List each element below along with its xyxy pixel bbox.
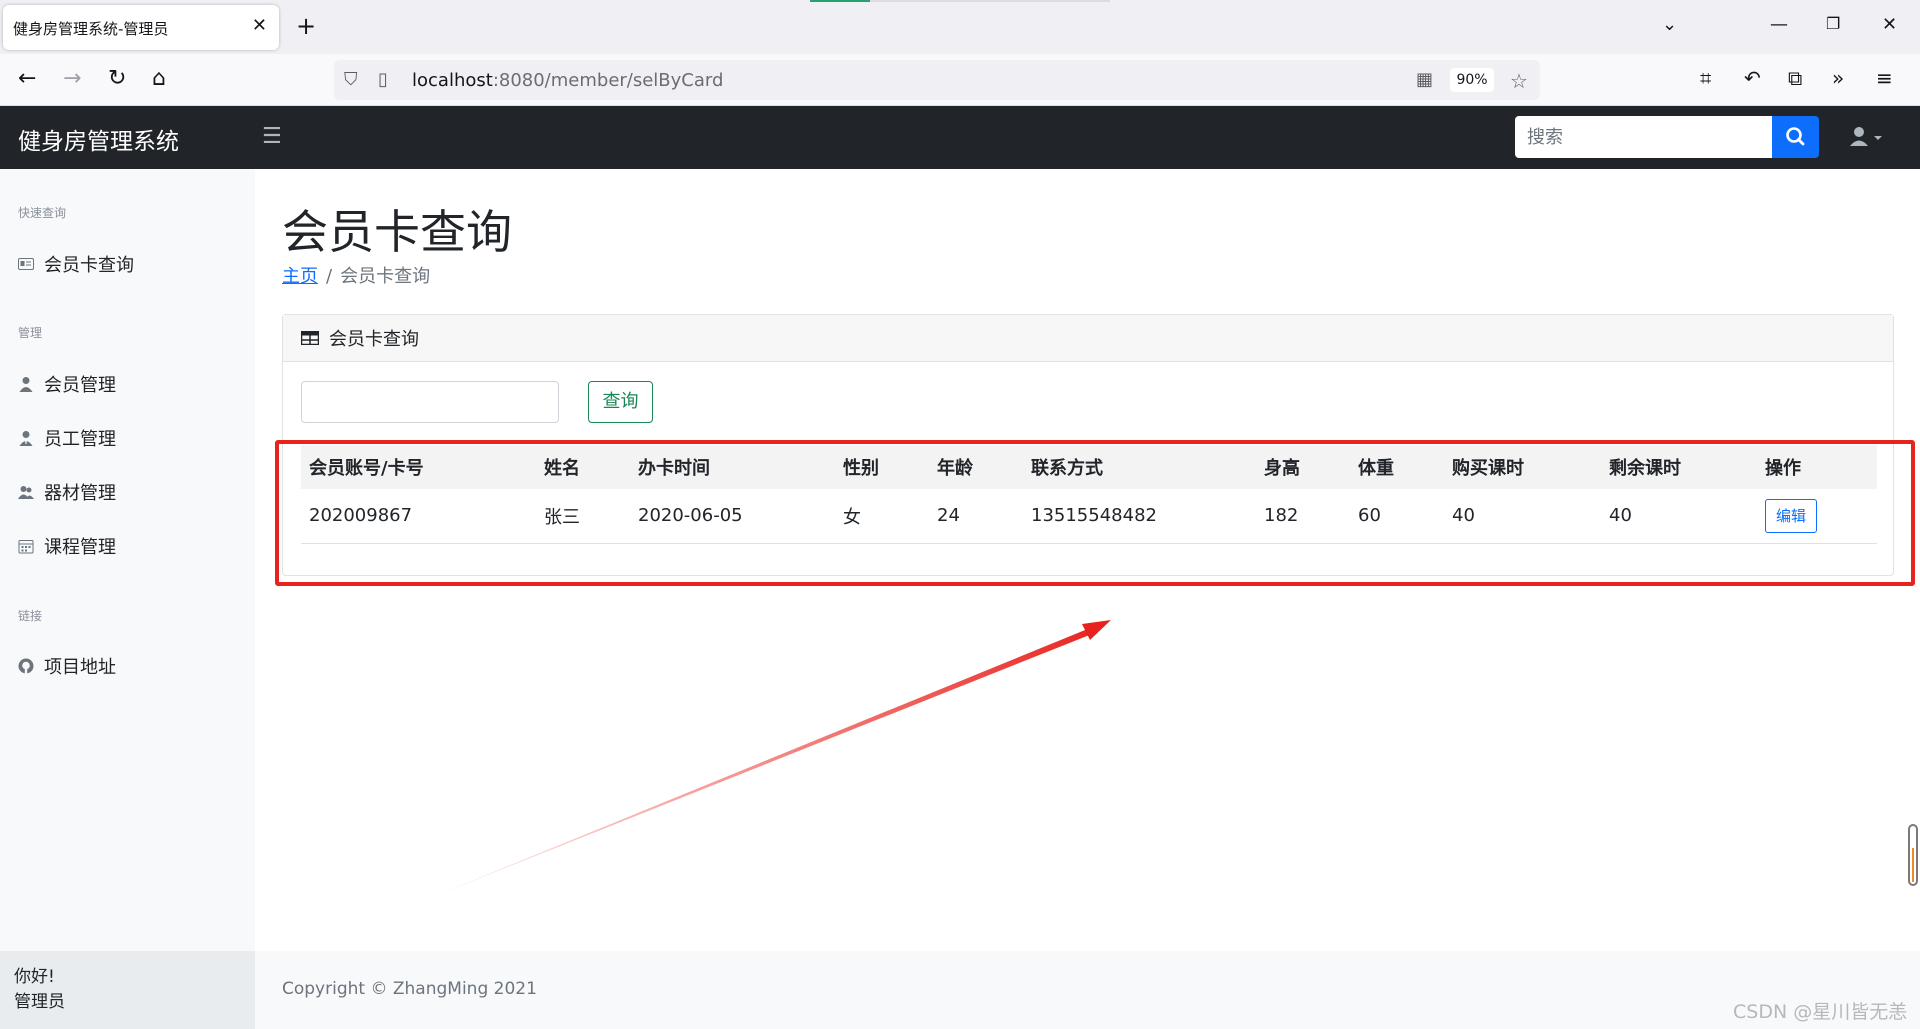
- browser-tab-active[interactable]: 健身房管理系统-管理员 ✕: [3, 5, 279, 50]
- caret-down-icon: [1874, 136, 1882, 140]
- user-icon: [19, 377, 33, 392]
- page-title: 会员卡查询: [282, 205, 512, 259]
- sidebar: 快速查询 会员卡查询 管理 会员管理 员工管理 器材管理 课程管理 链接 项目地…: [0, 169, 255, 1029]
- bookmark-star-icon[interactable]: ☆: [1510, 69, 1528, 93]
- github-icon: [18, 658, 34, 674]
- search-button[interactable]: [1772, 116, 1819, 158]
- greeting-text: 你好!: [14, 967, 55, 987]
- sidebar-toggle-icon[interactable]: ☰: [262, 124, 282, 149]
- url-text[interactable]: localhost:8080/member/selByCard: [412, 70, 723, 91]
- forward-arrow-icon[interactable]: →: [63, 66, 81, 91]
- sidebar-item-label: 课程管理: [44, 537, 116, 558]
- home-icon[interactable]: ⌂: [152, 66, 166, 91]
- id-card-icon: [18, 258, 34, 270]
- tab-close-icon[interactable]: ✕: [252, 15, 267, 36]
- card-number-input[interactable]: [301, 381, 559, 423]
- shield-icon[interactable]: ⛉: [344, 69, 358, 90]
- sidebar-item-staff[interactable]: 员工管理: [18, 425, 116, 451]
- sidebar-item-members[interactable]: 会员管理: [18, 371, 116, 397]
- sidebar-item-label: 项目地址: [44, 657, 116, 678]
- tab-title: 健身房管理系统-管理员: [13, 20, 169, 38]
- sidebar-item-label: 器材管理: [44, 483, 116, 504]
- sidebar-item-label: 会员管理: [44, 375, 116, 396]
- reload-icon[interactable]: ↻: [108, 66, 126, 91]
- restore-icon[interactable]: ❐: [1826, 14, 1840, 33]
- breadcrumb-separator: /: [326, 266, 333, 287]
- watermark-text: CSDN @星川皆无恙: [1733, 1001, 1908, 1023]
- brand-title[interactable]: 健身房管理系统: [18, 122, 179, 156]
- card-header: 会员卡查询: [283, 315, 1893, 362]
- copyright-text: Copyright © ZhangMing 2021: [282, 979, 537, 999]
- new-tab-icon[interactable]: +: [296, 12, 316, 40]
- calendar-icon: [18, 540, 34, 554]
- user-icon: [1850, 127, 1882, 146]
- sidebar-item-equipment[interactable]: 器材管理: [18, 479, 116, 505]
- scrollbar-indicator: [1912, 848, 1914, 882]
- tab-accent-line: [810, 0, 870, 2]
- breadcrumb-home-link[interactable]: 主页: [282, 266, 318, 287]
- browser-tab-bar: 健身房管理系统-管理员 ✕ + ⌄ — ❐ ✕: [0, 0, 1920, 54]
- people-icon: [18, 486, 34, 499]
- sidebar-item-card-query[interactable]: 会员卡查询: [18, 251, 134, 277]
- tab-accent-line-inactive: [870, 0, 1110, 2]
- extensions-icon[interactable]: ⧉: [1788, 66, 1802, 90]
- qr-code-icon[interactable]: ▦: [1416, 69, 1433, 90]
- list-all-tabs-icon[interactable]: ⌄: [1662, 14, 1677, 35]
- search-icon: [1786, 127, 1805, 146]
- sidebar-item-label: 会员卡查询: [44, 255, 134, 276]
- scrollbar-handle[interactable]: [1908, 824, 1918, 886]
- app-navbar: 健身房管理系统 ☰: [0, 106, 1920, 169]
- card-header-title: 会员卡查询: [329, 329, 419, 350]
- back-arrow-icon[interactable]: ←: [18, 66, 36, 91]
- zoom-level[interactable]: 90%: [1450, 68, 1494, 92]
- screenshot-crop-icon[interactable]: ⌗: [1700, 66, 1711, 90]
- user-role-text: 管理员: [14, 992, 65, 1012]
- page-info-icon[interactable]: ▯: [378, 69, 388, 90]
- sidebar-item-project-link[interactable]: 项目地址: [18, 653, 116, 679]
- sidebar-heading-manage: 管理: [18, 326, 43, 340]
- app-menu-icon[interactable]: ≡: [1876, 66, 1893, 90]
- page-footer: Copyright © ZhangMing 2021: [255, 951, 1920, 1029]
- breadcrumb-current: 会员卡查询: [340, 266, 431, 287]
- user-tie-icon: [19, 431, 33, 446]
- undo-icon[interactable]: ↶: [1744, 66, 1761, 90]
- sidebar-footer-bar: 你好! 管理员: [0, 951, 255, 1029]
- user-menu-dropdown[interactable]: [1850, 126, 1890, 150]
- sidebar-heading-quick: 快速查询: [18, 206, 67, 220]
- query-button[interactable]: 查询: [588, 381, 653, 423]
- highlight-annotation-box: [275, 440, 1915, 586]
- more-tools-icon[interactable]: »: [1832, 66, 1844, 90]
- minimize-icon[interactable]: —: [1770, 14, 1788, 35]
- sidebar-heading-links: 链接: [18, 609, 43, 623]
- sidebar-item-label: 员工管理: [44, 429, 116, 450]
- url-bar[interactable]: ⛉ ▯ localhost:8080/member/selByCard ▦ 90…: [334, 60, 1540, 100]
- breadcrumb: 主页 / 会员卡查询: [282, 262, 430, 288]
- table-icon: [301, 331, 319, 345]
- browser-toolbar: ← → ↻ ⌂ ⛉ ▯ localhost:8080/member/selByC…: [0, 54, 1920, 106]
- window-close-icon[interactable]: ✕: [1882, 14, 1897, 35]
- search-input[interactable]: [1515, 116, 1772, 158]
- sidebar-item-courses[interactable]: 课程管理: [18, 533, 116, 559]
